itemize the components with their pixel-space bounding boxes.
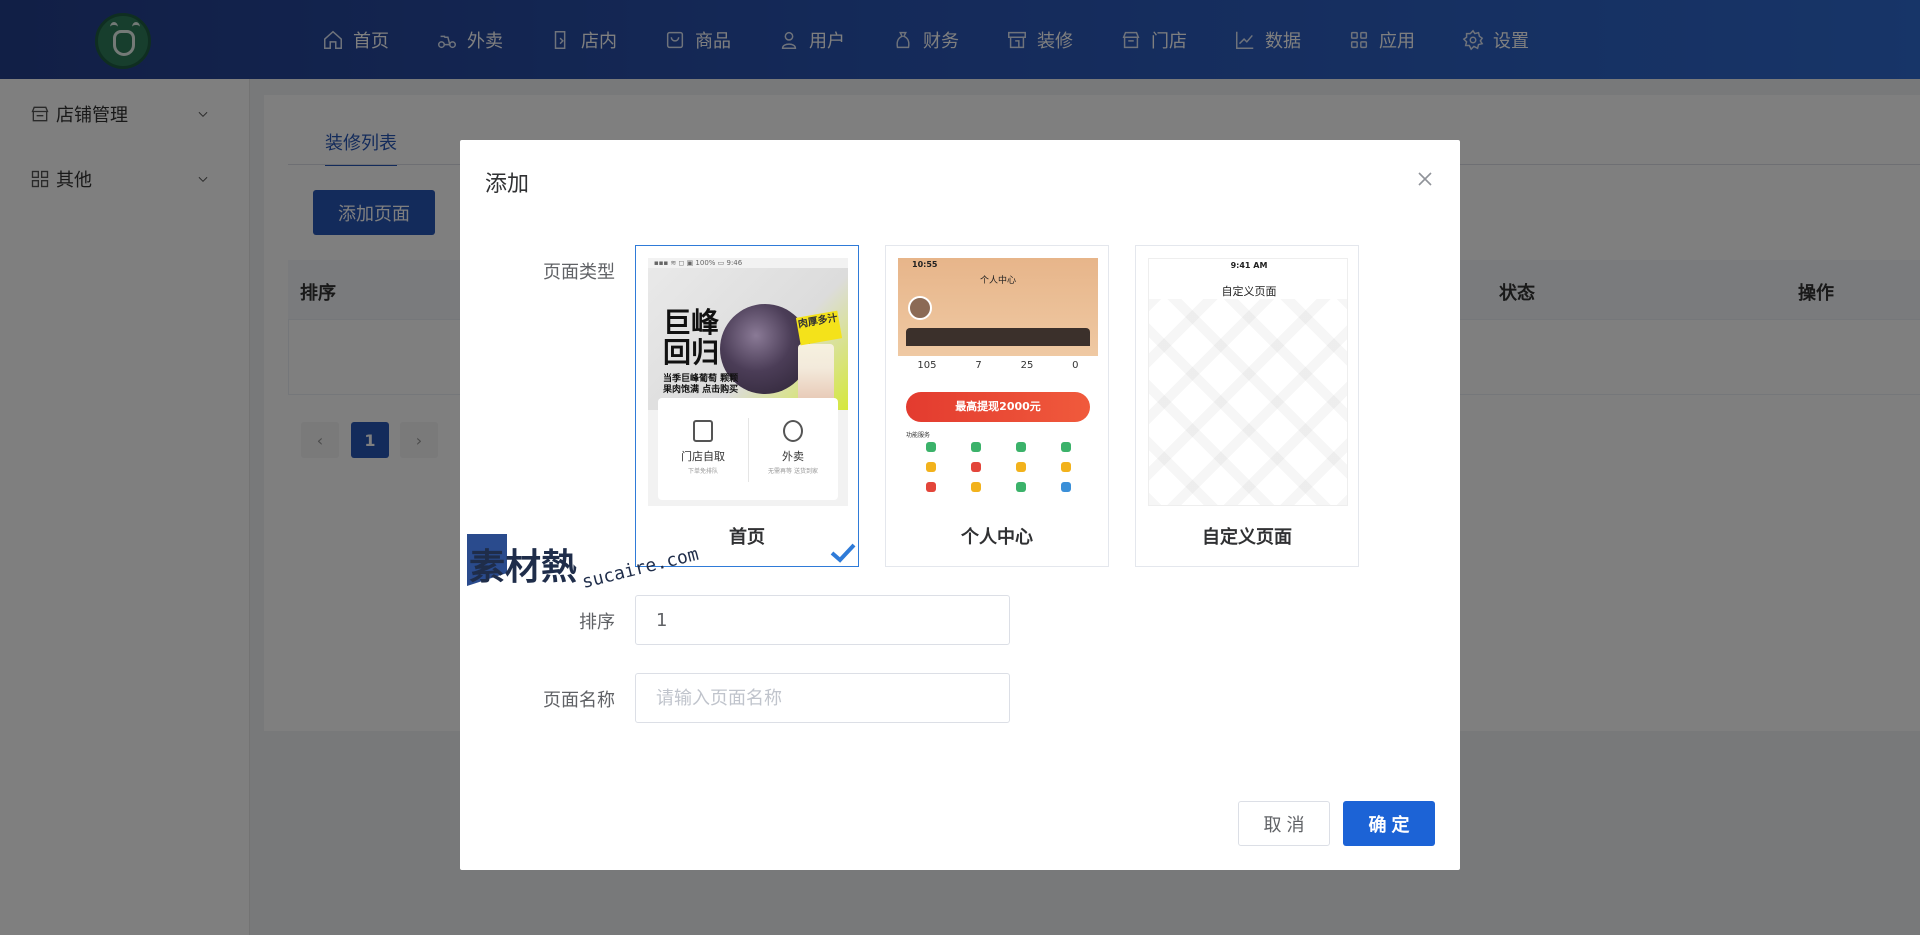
- thumb-profile-title: 个人中心: [979, 276, 1016, 286]
- store-pickup-icon: [693, 420, 713, 442]
- close-button[interactable]: [1416, 170, 1434, 188]
- thumb-badge: 肉厚多汁: [795, 310, 843, 346]
- thumb-time: 9:41 AM: [1230, 261, 1268, 270]
- watermark-url: sucaire.com: [579, 543, 701, 593]
- thumb-pickup: 门店自取 下单免排队: [658, 420, 748, 475]
- drink-cup-image: [798, 344, 834, 404]
- page-type-card-label: 个人中心: [961, 527, 1033, 548]
- page-name-input[interactable]: [635, 673, 1010, 723]
- thumb-hero-title: 巨峰回归: [663, 306, 720, 369]
- thumb-delivery-label: 外卖: [782, 450, 804, 463]
- custom-page-thumbnail: 9:41 AM 自定义页面: [1148, 258, 1348, 506]
- checkmark-icon: [830, 543, 856, 563]
- watermark-text: 素材熱: [469, 547, 578, 588]
- scooter-icon: [783, 420, 803, 442]
- service-icon: [1060, 442, 1071, 452]
- thumb-pickup-label: 门店自取: [681, 450, 725, 463]
- thumb-custom-title: 自定义页面: [1221, 285, 1277, 298]
- thumb-stat: 105: [917, 360, 937, 371]
- cancel-button[interactable]: 取 消: [1238, 801, 1330, 846]
- service-icon: [1015, 482, 1026, 492]
- home-page-thumbnail: ▪▪▪ ≋ ◻ ▣ 100% ▭ 9:46 肉厚多汁 巨峰回归 当季巨峰葡萄 颗…: [648, 258, 848, 506]
- confirm-button[interactable]: 确 定: [1343, 801, 1435, 846]
- service-icon: [925, 482, 936, 492]
- service-icon: [970, 442, 981, 452]
- thumb-delivery-sub: 无需再等 送货到家: [768, 468, 818, 475]
- close-icon: [1418, 172, 1432, 186]
- thumb-vip-bar: [906, 328, 1090, 346]
- thumb-stats: 105 7 25 0: [898, 356, 1098, 392]
- service-icon: [1060, 462, 1071, 472]
- avatar: [908, 296, 932, 320]
- page-type-card-custom[interactable]: 9:41 AM 自定义页面 自定义页面: [1135, 245, 1359, 567]
- dialog-title: 添加: [485, 172, 530, 197]
- thumb-hero-subtitle: 当季巨峰葡萄 颗颗果肉饱满 点击购买: [663, 374, 739, 395]
- add-page-dialog: 添加 页面类型 ▪▪▪ ≋ ◻ ▣ 100% ▭ 9:46 肉厚多汁 巨峰回归 …: [460, 140, 1460, 870]
- thumb-stat: 25: [1020, 360, 1034, 371]
- thumb-cash-banner: 最高提现2000元: [906, 392, 1090, 422]
- page-type-card-profile[interactable]: 10:55 个人中心 105 7 25 0 最高提现2000元 功能服务 个人中…: [885, 245, 1109, 567]
- service-icon: [1015, 462, 1026, 472]
- sort-input[interactable]: [635, 595, 1010, 645]
- thumb-order-panel: 门店自取 下单免排队 外卖 无需再等 送货到家: [658, 398, 838, 500]
- service-icon: [925, 462, 936, 472]
- thumb-stat: 7: [975, 360, 982, 371]
- thumb-profile-header: 10:55 个人中心: [898, 258, 1098, 356]
- thumb-service-grid: [908, 442, 1088, 492]
- service-icon: [925, 442, 936, 452]
- thumb-statusbar: ▪▪▪ ≋ ◻ ▣ 100% ▭ 9:46: [654, 259, 743, 267]
- thumb-pickup-sub: 下单免排队: [687, 468, 718, 475]
- service-icon: [1060, 482, 1071, 492]
- sort-label: 排序: [579, 612, 615, 633]
- page-type-card-home[interactable]: ▪▪▪ ≋ ◻ ▣ 100% ▭ 9:46 肉厚多汁 巨峰回归 当季巨峰葡萄 颗…: [635, 245, 859, 567]
- service-icon: [970, 462, 981, 472]
- service-icon: [970, 482, 981, 492]
- page-name-label: 页面名称: [543, 690, 615, 711]
- thumb-pattern: [1149, 299, 1347, 505]
- thumb-time: 10:55: [912, 260, 938, 269]
- watermark: 素材熱 sucaire.com: [467, 532, 717, 593]
- thumb-service-title: 功能服务: [906, 432, 931, 439]
- thumb-delivery: 外卖 无需再等 送货到家: [748, 420, 838, 475]
- page-type-card-label: 自定义页面: [1202, 527, 1292, 548]
- thumb-hero: 肉厚多汁 巨峰回归 当季巨峰葡萄 颗颗果肉饱满 点击购买: [648, 268, 848, 410]
- profile-page-thumbnail: 10:55 个人中心 105 7 25 0 最高提现2000元 功能服务: [898, 258, 1098, 506]
- page-type-label: 页面类型: [543, 262, 615, 283]
- service-icon: [1015, 442, 1026, 452]
- thumb-stat: 0: [1072, 360, 1079, 371]
